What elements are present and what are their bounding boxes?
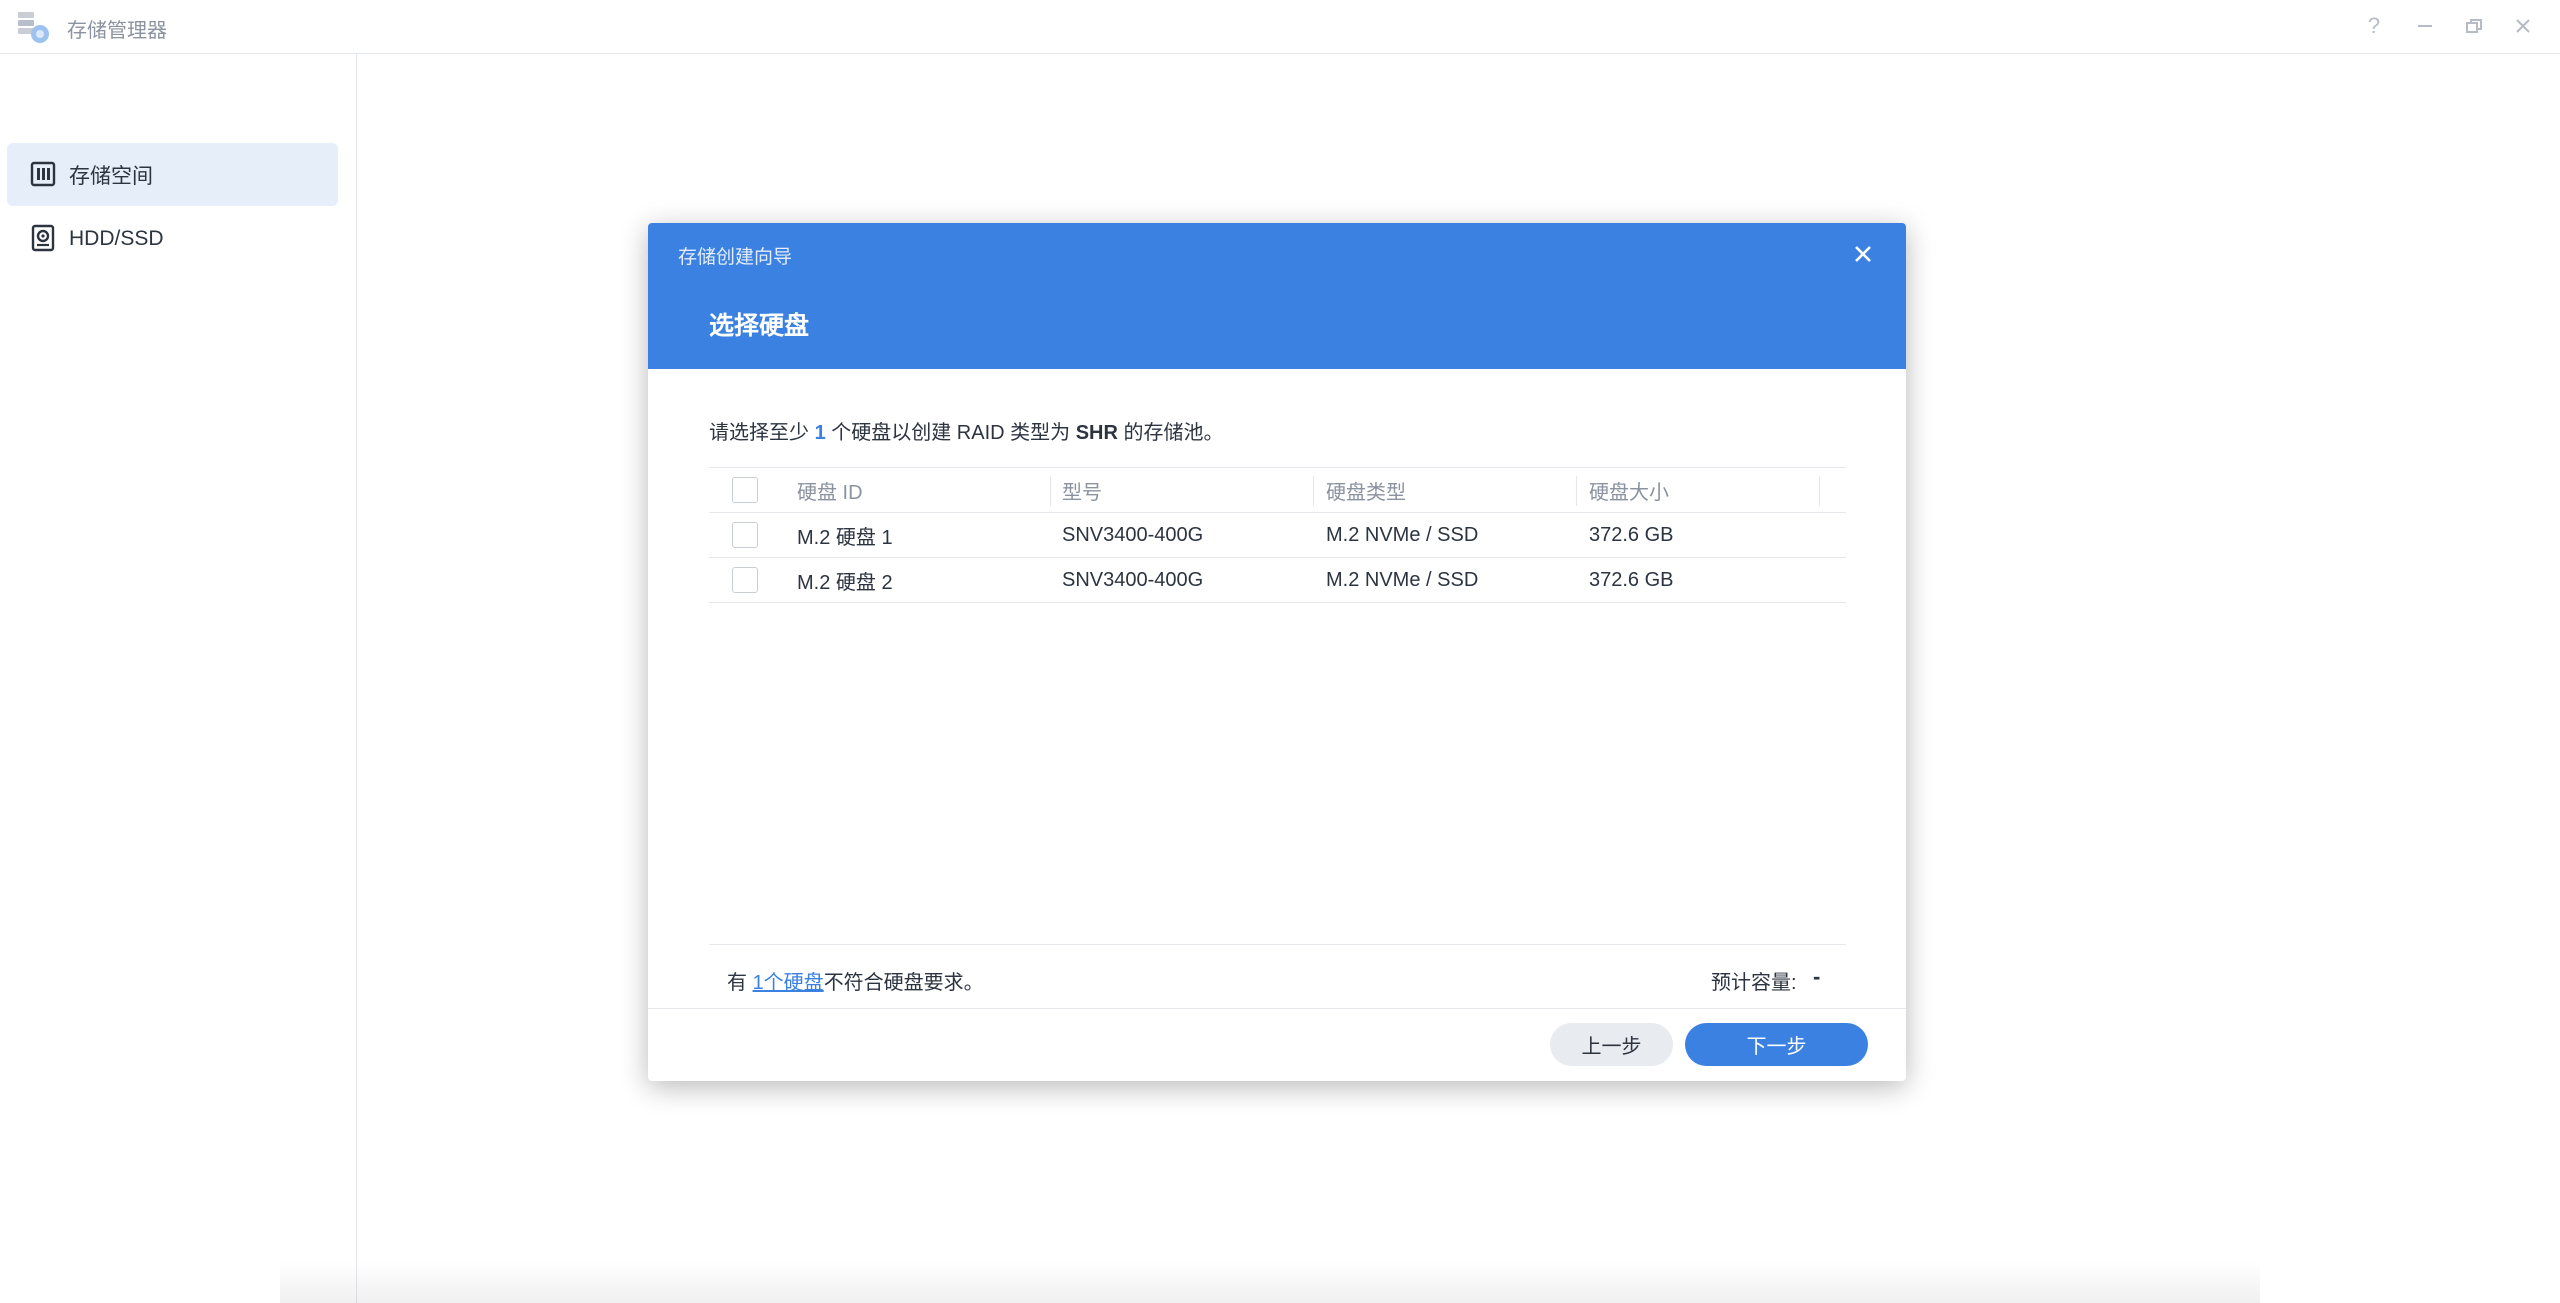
disk-table: 硬盘 ID 型号 硬盘类型 硬盘大小 M.2 硬盘 1 SNV3400-400G… [709,467,1846,603]
disk-type-cell: M.2 NVMe / SSD [1326,568,1479,591]
next-step-button[interactable]: 下一步 [1685,1023,1868,1066]
taskbar-shadow [280,1260,2260,1303]
disk-size-cell: 372.6 GB [1589,523,1674,546]
divider [648,1008,1906,1009]
disk-id-cell: M.2 硬盘 1 [797,526,893,549]
sidebar-item-hdd-ssd[interactable]: HDD/SSD [7,207,338,270]
column-header-disk-type[interactable]: 硬盘类型 [1326,468,1406,512]
sidebar-item-label: HDD/SSD [69,226,164,250]
column-header-disk-size[interactable]: 硬盘大小 [1589,468,1669,512]
disk-size-cell: 372.6 GB [1589,568,1674,591]
previous-step-button[interactable]: 上一步 [1550,1023,1673,1066]
column-divider[interactable] [1313,476,1314,506]
table-row[interactable]: M.2 硬盘 1 SNV3400-400G M.2 NVMe / SSD 372… [709,513,1846,558]
column-header-model[interactable]: 型号 [1062,468,1102,512]
disk-type-cell: M.2 NVMe / SSD [1326,523,1479,546]
app-title: 存储管理器 [67,20,167,42]
disk-icon [29,224,57,252]
sidebar: 总览 存储空间 HDD/SSD [0,54,357,1303]
raid-type: SHR [1075,422,1118,444]
sidebar-item-label: 存储空间 [69,164,153,188]
restore-icon[interactable] [2460,12,2488,40]
table-row[interactable]: M.2 硬盘 2 SNV3400-400G M.2 NVMe / SSD 372… [709,558,1846,603]
row-checkbox[interactable] [732,567,758,593]
column-divider[interactable] [1819,476,1820,506]
dialog-close-icon[interactable] [1848,239,1878,269]
estimated-capacity-label: 预计容量: [1711,972,1797,994]
incompatible-disks-link[interactable]: 1个硬盘 [753,972,824,994]
estimated-capacity-value: - [1813,964,1821,989]
row-checkbox[interactable] [732,522,758,548]
model-cell: SNV3400-400G [1062,523,1204,546]
model-cell: SNV3400-400G [1062,568,1204,591]
incompatible-disk-notice: 有 1个硬盘不符合硬盘要求。 [727,972,984,994]
close-icon[interactable] [2509,12,2537,40]
table-header: 硬盘 ID 型号 硬盘类型 硬盘大小 [709,467,1846,513]
storage-wizard-dialog: 存储创建向导 选择硬盘 请选择至少 1 个硬盘以创建 RAID 类型为 SHR … [648,223,1906,1081]
wizard-name: 存储创建向导 [678,247,793,268]
disk-id-cell: M.2 硬盘 2 [797,571,893,594]
help-icon[interactable]: ? [2360,12,2388,40]
sidebar-item-storage[interactable]: 存储空间 [7,143,338,206]
min-disk-count: 1 [814,422,826,444]
select-all-checkbox[interactable] [732,477,758,503]
column-divider[interactable] [1576,476,1577,506]
column-divider[interactable] [1050,476,1051,506]
column-header-disk-id[interactable]: 硬盘 ID [797,468,863,512]
storage-icon [29,160,57,188]
dialog-header: 存储创建向导 选择硬盘 [648,223,1906,369]
minimize-icon[interactable] [2411,12,2439,40]
title-bar: 存储管理器 ? [0,0,2560,54]
divider [709,944,1846,945]
step-title: 选择硬盘 [709,312,810,340]
storage-manager-icon [16,10,52,44]
instruction-text: 请选择至少 1 个硬盘以创建 RAID 类型为 SHR 的存储池。 [709,422,1224,444]
